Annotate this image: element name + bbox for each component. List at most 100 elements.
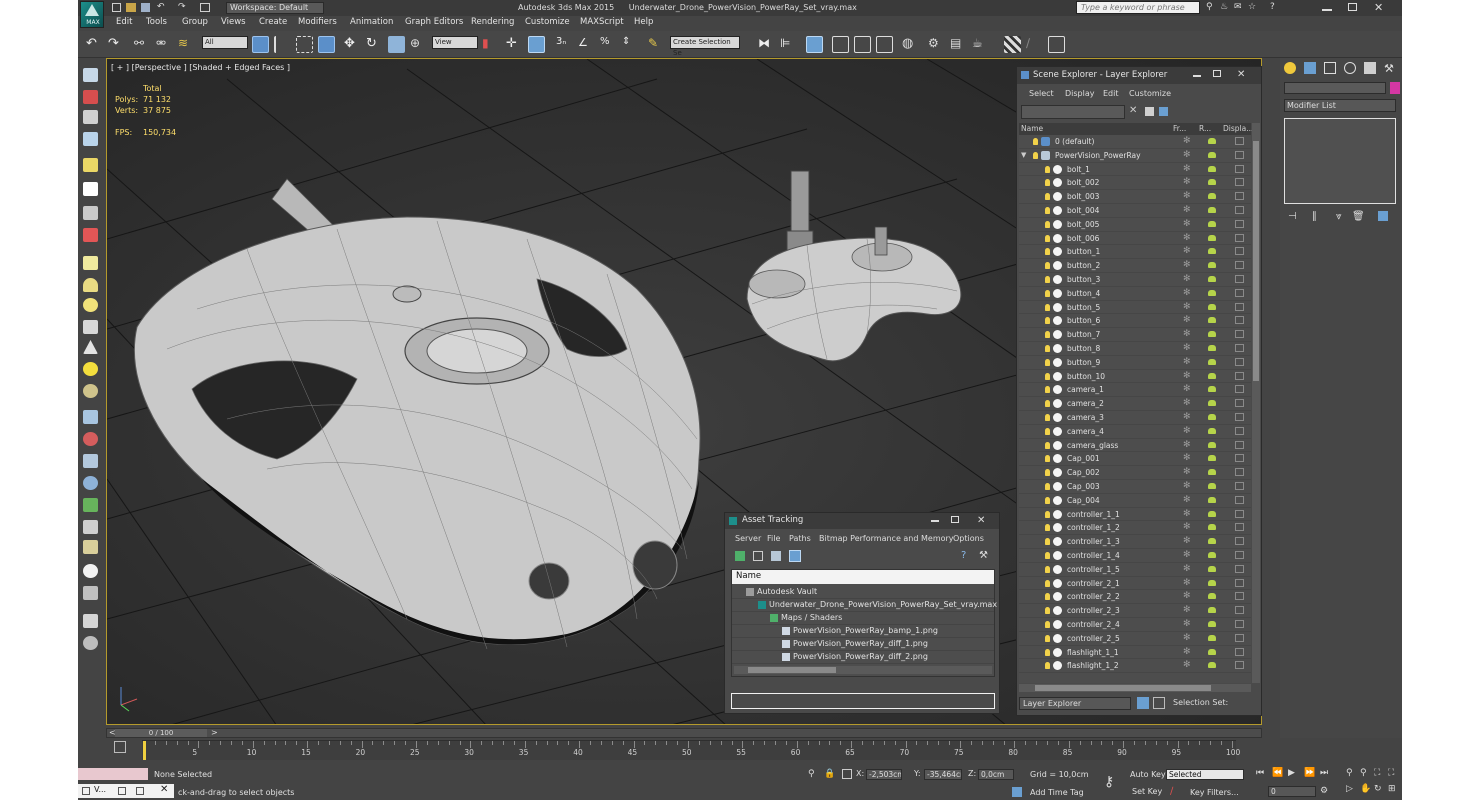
layer-row[interactable]: Cap_004 ✻: [1019, 494, 1251, 508]
time-configuration-icon[interactable]: ⚙: [1320, 786, 1328, 796]
layer-row[interactable]: button_6 ✻: [1019, 314, 1251, 329]
visibility-bulb-icon[interactable]: [1045, 165, 1050, 173]
key-icon[interactable]: ⚷: [1104, 774, 1114, 790]
visibility-bulb-icon[interactable]: [1045, 552, 1050, 559]
layer-manager-icon[interactable]: [1137, 697, 1149, 709]
vray-frame-buffer-icon[interactable]: [1004, 36, 1021, 53]
at-menu-paths[interactable]: Paths: [789, 534, 811, 543]
zoom-extents-all-icon[interactable]: ⛶: [1388, 768, 1394, 778]
display-box-icon[interactable]: [1235, 592, 1244, 601]
object-color-swatch[interactable]: [1390, 82, 1400, 94]
scene-explorer-hscrollbar[interactable]: [1019, 684, 1251, 692]
display-box-icon[interactable]: [1235, 385, 1244, 394]
go-to-start-icon[interactable]: ⏮: [1256, 768, 1264, 778]
unlink-icon[interactable]: ⚮: [156, 36, 173, 53]
edit-named-selection-icon[interactable]: ✎: [648, 36, 665, 53]
time-slider-next-icon[interactable]: >: [211, 728, 218, 737]
renderable-teapot-icon[interactable]: [1208, 414, 1216, 420]
menu-group[interactable]: Group: [182, 17, 208, 27]
layer-row[interactable]: controller_1_4 ✻: [1019, 549, 1251, 563]
freeze-icon[interactable]: ✻: [1183, 164, 1191, 174]
freeze-icon[interactable]: ✻: [1183, 467, 1191, 477]
taskbar-restore-icon[interactable]: [118, 787, 126, 795]
pivot-center-icon[interactable]: ▮: [482, 36, 499, 53]
freeze-icon[interactable]: ✻: [1183, 357, 1191, 367]
pin-stack-icon[interactable]: ⊣: [1288, 211, 1297, 222]
snaps-toggle-icon[interactable]: 3ₙ: [556, 36, 573, 53]
menu-animation[interactable]: Animation: [350, 17, 393, 27]
visibility-bulb-icon[interactable]: [1045, 441, 1050, 449]
renderable-teapot-icon[interactable]: [1208, 207, 1216, 213]
column-display[interactable]: Displa...: [1223, 124, 1253, 133]
time-tag-icon[interactable]: [1012, 787, 1022, 797]
visibility-bulb-icon[interactable]: [1045, 414, 1050, 421]
remove-modifier-icon[interactable]: 🗑: [1352, 211, 1365, 222]
visibility-bulb-icon[interactable]: [1045, 579, 1050, 587]
visibility-bulb-icon[interactable]: [1045, 234, 1050, 242]
cloth-icon[interactable]: [83, 454, 98, 468]
show-end-result-icon[interactable]: ∥: [1312, 211, 1317, 222]
display-box-icon[interactable]: [1235, 275, 1244, 283]
rectangular-selection-icon[interactable]: [296, 36, 313, 53]
menu-customize[interactable]: Customize: [525, 17, 570, 27]
layer-row[interactable]: button_7 ✻: [1019, 328, 1251, 342]
explorer-mode-dropdown[interactable]: Layer Explorer: [1019, 697, 1131, 710]
particles-icon[interactable]: [83, 410, 98, 424]
hierarchy-icon[interactable]: [1153, 697, 1165, 709]
toggle-layer-explorer-icon[interactable]: [832, 36, 849, 53]
key-mode-dropdown[interactable]: Selected: [1166, 769, 1244, 780]
visibility-bulb-icon[interactable]: [1045, 345, 1050, 352]
freeze-icon[interactable]: ✻: [1183, 246, 1191, 256]
visibility-bulb-icon[interactable]: [1045, 248, 1050, 256]
freeze-icon[interactable]: ✻: [1183, 191, 1191, 201]
freeze-icon[interactable]: ✻: [1183, 509, 1191, 519]
renderable-teapot-icon[interactable]: [1208, 579, 1216, 586]
layer-row[interactable]: button_1 ✻: [1019, 245, 1251, 260]
display-box-icon[interactable]: [1235, 468, 1244, 477]
freeze-icon[interactable]: ✻: [1183, 398, 1191, 408]
select-manipulate-icon[interactable]: ✛: [506, 36, 523, 53]
object-name-field[interactable]: [1284, 82, 1386, 94]
menu-modifiers[interactable]: Modifiers: [298, 17, 337, 27]
renderable-teapot-icon[interactable]: [1208, 151, 1216, 158]
display-tab-icon[interactable]: [1364, 62, 1376, 74]
visibility-bulb-icon[interactable]: [1045, 496, 1050, 504]
se-menu-edit[interactable]: Edit: [1103, 89, 1119, 98]
close-icon[interactable]: ✕: [1237, 67, 1245, 83]
asset-row[interactable]: Underwater_Drone_PowerVision_PowerRay_Se…: [732, 599, 997, 612]
command-panel-toggle-icon[interactable]: [1048, 36, 1065, 53]
sphere-icon[interactable]: [83, 298, 98, 312]
display-box-icon[interactable]: [1235, 578, 1244, 587]
freeze-icon[interactable]: ✻: [1183, 233, 1191, 243]
menu-rendering[interactable]: Rendering: [471, 17, 514, 27]
keyboard-shortcut-override-icon[interactable]: [528, 36, 545, 53]
freeze-icon[interactable]: ✻: [1183, 495, 1191, 505]
layer-add-icon[interactable]: [1159, 107, 1168, 116]
maximize-icon[interactable]: [1213, 70, 1221, 77]
freeze-icon[interactable]: ✻: [1183, 619, 1191, 629]
undo-icon[interactable]: ↶: [157, 2, 165, 12]
asset-row[interactable]: Maps / Shaders: [732, 612, 994, 625]
layer-row[interactable]: flashlight_1_1 ✻: [1019, 646, 1251, 660]
freeze-icon[interactable]: ✻: [1183, 605, 1191, 615]
layer-row[interactable]: Cap_003 ✻: [1019, 480, 1251, 494]
renderable-teapot-icon[interactable]: [1208, 634, 1216, 641]
renderable-teapot-icon[interactable]: [1208, 441, 1216, 448]
scene-explorer-search-input[interactable]: [1021, 105, 1125, 119]
viewport-label-menu[interactable]: [ + ] [Perspective ] [Shaded + Edged Fac…: [111, 63, 290, 72]
layer-row[interactable]: ▼ PowerVision_PowerRay ✻: [1019, 149, 1251, 163]
expand-arrow-icon[interactable]: ▼: [1021, 151, 1026, 159]
freeze-icon[interactable]: ✻: [1183, 315, 1191, 325]
asset-row[interactable]: PowerVision_PowerRay_diff_2.png: [732, 651, 994, 664]
renderable-teapot-icon[interactable]: [1208, 565, 1216, 572]
visibility-bulb-icon[interactable]: [1045, 400, 1050, 408]
layer-row[interactable]: button_5 ✻: [1019, 301, 1251, 315]
dome-light-icon[interactable]: [83, 278, 98, 292]
renderable-teapot-icon[interactable]: [1208, 607, 1216, 614]
app-logo-button[interactable]: MAX: [80, 1, 104, 28]
set-key-button[interactable]: Set Key: [1132, 787, 1162, 796]
layer-row[interactable]: controller_1_5 ✻: [1019, 563, 1251, 577]
maximize-icon[interactable]: [1348, 3, 1357, 11]
visibility-bulb-icon[interactable]: [1045, 358, 1050, 366]
minimize-icon[interactable]: [1322, 9, 1332, 11]
